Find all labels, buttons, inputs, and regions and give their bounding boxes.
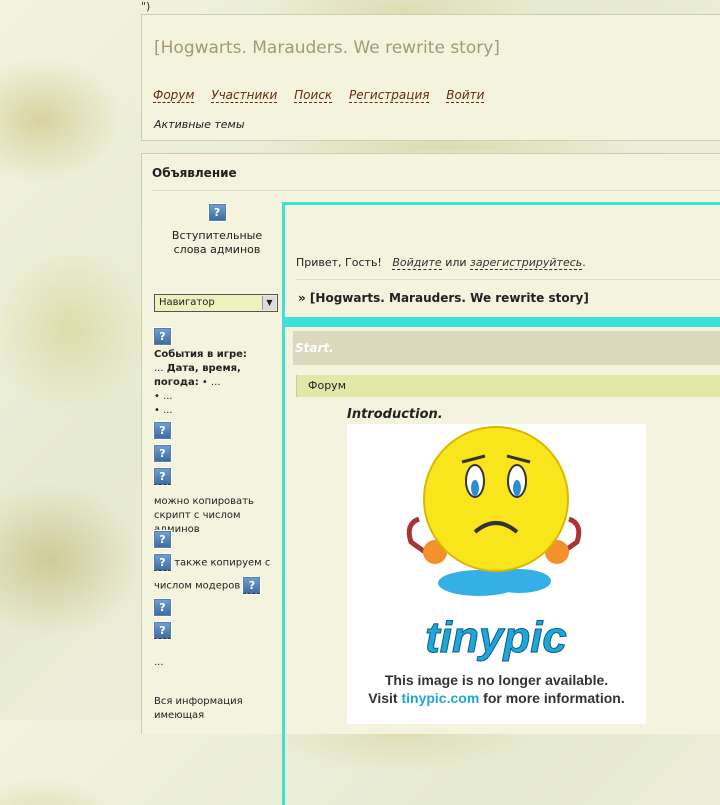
- icon-stack-2: ? ?: [153, 598, 172, 640]
- broken-image-icon: ?: [153, 421, 172, 440]
- broken-image-icon: ?: [153, 621, 172, 640]
- tinypic-link: tinypic.com: [401, 690, 480, 706]
- register-link[interactable]: зарегистрируйтесь: [470, 256, 583, 270]
- info-text: Вся информация имеющая: [154, 696, 243, 721]
- main-nav: Форум Участники Поиск Регистрация Войти: [153, 88, 497, 103]
- navigator-value: Навигатор: [159, 297, 215, 308]
- events-bullet: • ...: [154, 391, 173, 402]
- intro-block: ? Вступительные слова админов: [154, 202, 280, 257]
- divider: [152, 190, 720, 191]
- main-panel: Объявление ? Вступительные слова админов…: [141, 153, 720, 805]
- divider: [296, 279, 720, 280]
- events-weather-value: • ...: [198, 377, 221, 388]
- copy-note-2: также копируем с: [174, 557, 271, 569]
- announcement-title: Объявление: [152, 166, 237, 180]
- nav-members[interactable]: Участники: [211, 88, 278, 103]
- navigator-select[interactable]: Навигатор ▼: [154, 294, 278, 312]
- broken-image-icon: ?: [153, 598, 172, 617]
- broken-image-icon: ?: [153, 444, 172, 463]
- icon-stack: ? ? ?: [153, 421, 172, 486]
- broken-image-icon: ?: [153, 467, 172, 486]
- active-topics-link[interactable]: Активные темы: [154, 118, 245, 131]
- intro-text: Вступительные слова админов: [171, 229, 263, 256]
- greeting-text: Привет, Гость!: [296, 256, 382, 269]
- nav-register[interactable]: Регистрация: [349, 88, 430, 103]
- broken-image-icon: ?: [153, 553, 172, 572]
- broken-image-icon: ?: [207, 203, 227, 222]
- info-suffix: for more information.: [479, 690, 625, 706]
- visit-text: Visit: [368, 690, 402, 706]
- accent-bar: [285, 317, 720, 327]
- events-block: ? События в игре: ... Дата, время, погод…: [153, 327, 247, 418]
- events-date-label: Дата, время,: [166, 363, 241, 374]
- login-link[interactable]: Войдите: [392, 256, 442, 270]
- missing-image-text: This image is no longer available.: [384, 672, 609, 688]
- period: .: [582, 256, 586, 269]
- stray-text: "): [141, 0, 151, 13]
- forum-header: Форум: [296, 375, 720, 397]
- nav-login[interactable]: Войти: [446, 88, 485, 103]
- events-line: ... Дата, время,: [154, 362, 247, 376]
- ellipsis-text: ...: [154, 657, 164, 668]
- site-title[interactable]: [Hogwarts. Marauders. We rewrite story]: [154, 38, 500, 58]
- moderators-block: ? ? также копируем с числом модеров ?: [153, 530, 280, 595]
- tinypic-placeholder-image: tinypic This image is no longer availabl…: [347, 424, 646, 724]
- copy-note-3: числом модеров: [154, 580, 241, 592]
- sidebar: ? Вступительные слова админов Навигатор …: [153, 202, 280, 721]
- content-frame: Привет, Гость! Войдите или зарегистрируй…: [282, 202, 720, 805]
- or-text: или: [445, 256, 467, 269]
- category-header: Start.: [293, 331, 720, 365]
- tinypic-logo: tinypic: [425, 613, 567, 662]
- broken-image-icon: ?: [242, 576, 262, 595]
- broken-image-icon: ?: [153, 327, 172, 346]
- nav-search[interactable]: Поиск: [294, 88, 333, 103]
- events-prefix: ...: [154, 363, 167, 374]
- site-header: [Hogwarts. Marauders. We rewrite story] …: [141, 14, 720, 141]
- events-title: События в игре:: [154, 349, 247, 360]
- breadcrumb[interactable]: » [Hogwarts. Marauders. We rewrite story…: [298, 291, 589, 305]
- guest-greeting: Привет, Гость! Войдите или зарегистрируй…: [296, 256, 586, 270]
- nav-forum[interactable]: Форум: [153, 88, 195, 103]
- missing-image-info: Visit tinypic.com for more information.: [347, 690, 646, 706]
- forum-title[interactable]: Introduction.: [347, 407, 443, 422]
- broken-image-icon: ?: [153, 530, 172, 549]
- dropdown-arrow-icon: ▼: [262, 296, 276, 310]
- events-weather-label: погода:: [154, 377, 199, 388]
- events-bullet: • ...: [154, 405, 173, 416]
- events-line: погода: • ...: [154, 376, 247, 390]
